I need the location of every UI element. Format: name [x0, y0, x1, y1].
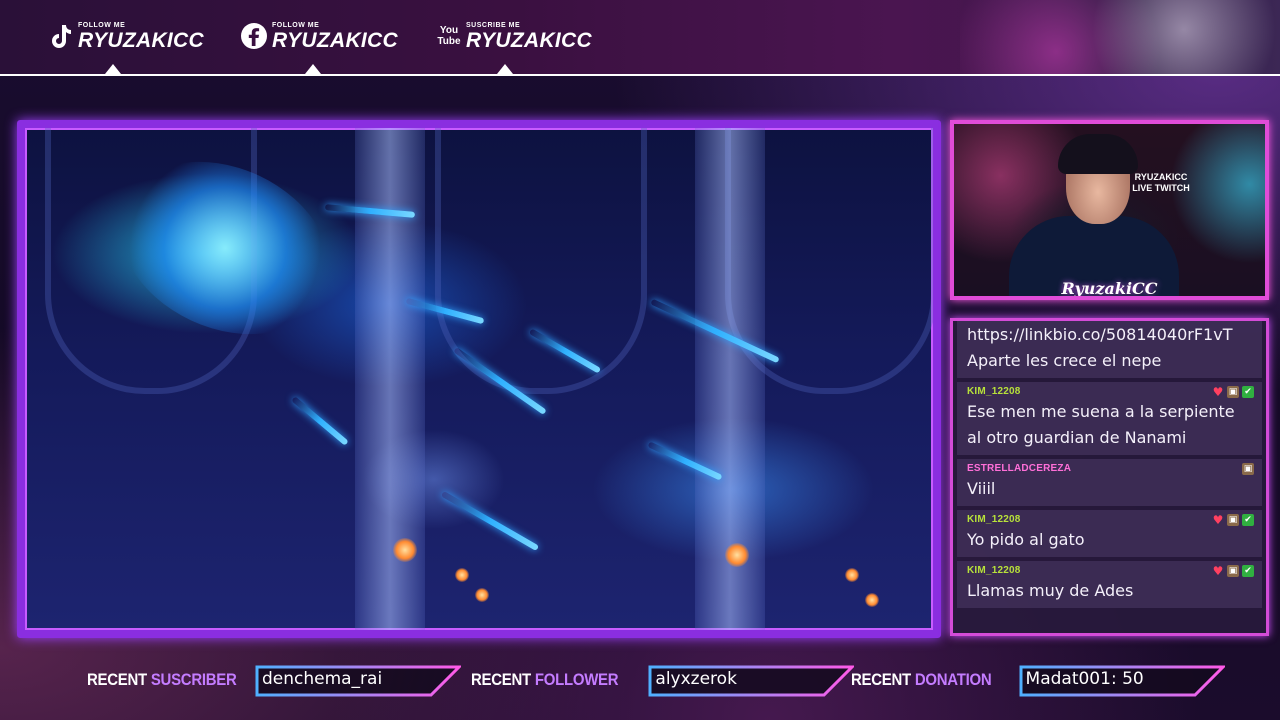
candle	[455, 568, 469, 582]
chat-text-line: Aparte les crece el nepe	[967, 351, 1162, 370]
social-tiktok[interactable]: FOLLOW ME RYUZAKICC	[46, 18, 204, 54]
recent-subscriber: RECENT SUSCRIBER denchema_rai	[87, 663, 461, 697]
chat-badges: ♥ ▣ ✔	[1212, 386, 1254, 398]
youtube-handle: RYUZAKICC	[466, 28, 592, 52]
recent-donation-label-b: DONATION	[914, 670, 992, 689]
recent-donation-label-a: RECENT	[851, 670, 911, 689]
heart-badge-icon: ♥	[1212, 564, 1224, 578]
chat-message: https://linkbio.co/50814040rF1vT Aparte l…	[957, 321, 1262, 378]
recent-subscriber-value: denchema_rai	[261, 669, 383, 689]
recent-subscriber-label: RECENT SUSCRIBER	[87, 670, 237, 690]
tiktok-pointer	[105, 64, 121, 74]
chat-text-line: al otro guardian de Nanami	[967, 428, 1187, 447]
chat-username[interactable]: KIM_12208	[967, 513, 1254, 527]
gift-badge-icon: ▣	[1227, 565, 1239, 577]
chat-message: KIM_12208 Llamas muy de Ades ♥ ▣ ✔	[957, 561, 1262, 608]
chat-message: KIM_12208 Ese men me suena a la serpiente…	[957, 382, 1262, 455]
facebook-icon	[240, 22, 268, 50]
chat-panel: https://linkbio.co/50814040rF1vT Aparte l…	[950, 318, 1269, 636]
chat-message: ESTRELLADCEREZA Viiil ▣	[957, 459, 1262, 506]
recent-donation: RECENT DONATION Madat001: 50	[851, 663, 1225, 697]
gift-badge-icon: ▣	[1242, 463, 1254, 475]
tiktok-small-label: FOLLOW ME	[78, 21, 126, 29]
cam-logo: RyuzakiCC	[1061, 279, 1158, 298]
check-badge-icon: ✔	[1242, 565, 1254, 577]
tiktok-icon	[46, 22, 74, 50]
streamer-hair	[1058, 134, 1138, 174]
facebook-small-label: FOLLOW ME	[272, 21, 320, 29]
youtube-pointer	[497, 64, 513, 74]
game-capture	[17, 120, 941, 638]
heart-badge-icon: ♥	[1212, 385, 1224, 399]
candle	[865, 593, 879, 607]
social-bar: FOLLOW ME RYUZAKICC FOLLOW ME RYUZAKICC …	[0, 0, 1280, 76]
lantern	[393, 538, 417, 562]
youtube-small-label: SUSCRIBE ME	[466, 21, 521, 29]
recent-subscriber-label-b: SUSCRIBER	[150, 670, 237, 689]
check-badge-icon: ✔	[1242, 386, 1254, 398]
gift-badge-icon: ▣	[1227, 514, 1239, 526]
recent-follower-label: RECENT FOLLOWER	[471, 670, 619, 690]
gift-badge-icon: ▣	[1227, 386, 1239, 398]
chat-username[interactable]: ESTRELLADCEREZA	[967, 462, 1254, 476]
candle	[475, 588, 489, 602]
facebook-handle: RYUZAKICC	[272, 28, 398, 52]
lantern	[725, 543, 749, 567]
chat-badges: ♥ ▣ ✔	[1212, 565, 1254, 577]
chat-list: https://linkbio.co/50814040rF1vT Aparte l…	[957, 321, 1262, 612]
webcam-frame: RYUZAKICC LIVE TWITCH RyuzakiCC	[950, 120, 1269, 300]
chat-text-line: Llamas muy de Ades	[967, 581, 1134, 600]
youtube-icon-text: You Tube	[437, 25, 461, 47]
chat-text-line: Viiil	[967, 479, 996, 498]
social-facebook[interactable]: FOLLOW ME RYUZAKICC	[240, 18, 398, 54]
recent-donation-box: Madat001: 50	[1019, 665, 1225, 697]
social-youtube[interactable]: You Tube SUSCRIBE ME RYUZAKICC	[436, 18, 592, 54]
recent-subscriber-box: denchema_rai	[255, 665, 461, 697]
recent-subscriber-label-a: RECENT	[87, 670, 147, 689]
facebook-pointer	[305, 64, 321, 74]
heart-badge-icon: ♥	[1212, 513, 1224, 527]
blue-streak	[440, 490, 540, 552]
candle	[845, 568, 859, 582]
cam-sign-text: RYUZAKICC LIVE TWITCH	[1132, 172, 1190, 193]
tiktok-handle: RYUZAKICC	[78, 28, 204, 52]
chat-username[interactable]: KIM_12208	[967, 385, 1254, 399]
recent-follower-label-b: FOLLOWER	[534, 670, 619, 689]
recent-follower-label-a: RECENT	[471, 670, 531, 689]
recent-donation-label: RECENT DONATION	[851, 670, 992, 690]
recent-donation-value: Madat001: 50	[1025, 669, 1144, 689]
check-badge-icon: ✔	[1242, 514, 1254, 526]
chat-text-line: https://linkbio.co/50814040rF1vT	[967, 325, 1233, 344]
recent-follower-box: alyxzerok	[648, 665, 855, 697]
blue-streak	[291, 396, 349, 446]
chat-text-line: Yo pido al gato	[967, 530, 1085, 549]
chat-username[interactable]: KIM_12208	[967, 564, 1254, 578]
chat-text-line: Ese men me suena a la serpiente	[967, 402, 1235, 421]
character-art	[960, 0, 1280, 74]
chat-badges: ▣	[1242, 463, 1254, 475]
youtube-icon: You Tube	[436, 22, 462, 50]
chat-badges: ♥ ▣ ✔	[1212, 514, 1254, 526]
recent-follower: RECENT FOLLOWER alyxzerok	[471, 663, 855, 697]
chat-message: KIM_12208 Yo pido al gato ♥ ▣ ✔	[957, 510, 1262, 557]
recent-follower-value: alyxzerok	[655, 669, 737, 689]
